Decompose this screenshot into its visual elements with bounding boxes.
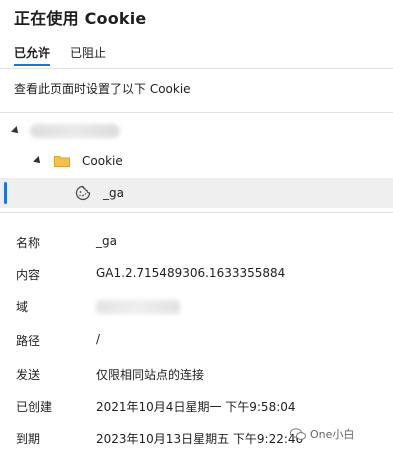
detail-key: 已创建: [16, 400, 53, 414]
folder-icon: [54, 156, 70, 167]
cookie-icon: [75, 185, 91, 201]
watermark: One小白: [290, 426, 354, 442]
tree-row-domain[interactable]: [0, 116, 393, 146]
tab-blocked[interactable]: 已阻止: [70, 44, 106, 66]
detail-row-send: 发送 仅限相同站点的连接: [0, 366, 393, 386]
tabs-divider: [0, 68, 393, 69]
tree-row-cookie-ga[interactable]: _ga: [0, 178, 393, 208]
detail-row-path: 路径 /: [0, 332, 393, 352]
detail-key: 到期: [16, 432, 41, 446]
detail-key: 名称: [16, 236, 41, 250]
details-divider: [0, 212, 393, 213]
wechat-icon: [290, 428, 306, 440]
expand-arrow-icon[interactable]: [11, 126, 21, 136]
tree-top-divider: [0, 112, 393, 113]
detail-row-domain: 域: [0, 298, 393, 318]
detail-value: 2023年10月13日星期五 下午9:22:46: [96, 432, 304, 446]
detail-key: 内容: [16, 268, 41, 282]
detail-key: 发送: [16, 368, 41, 382]
detail-value: 仅限相同站点的连接: [96, 368, 205, 382]
expand-arrow-icon[interactable]: [33, 156, 43, 166]
tab-bar: 已允许 已阻止: [14, 44, 126, 66]
watermark-text: One小白: [310, 428, 355, 441]
tab-allowed[interactable]: 已允许: [14, 44, 51, 66]
detail-value: _ga: [96, 234, 117, 248]
detail-row-name: 名称 _ga: [0, 234, 393, 254]
domain-value-redacted: [96, 300, 180, 314]
detail-row-created: 已创建 2021年10月4日星期一 下午9:58:04: [0, 398, 393, 418]
cookie-name-label: _ga: [103, 186, 124, 200]
detail-value: /: [96, 332, 101, 346]
dialog-title: 正在使用 Cookie: [14, 9, 147, 28]
description-text: 查看此页面时设置了以下 Cookie: [14, 82, 191, 96]
detail-value: GA1.2.715489306.1633355884: [96, 266, 286, 280]
detail-key: 路径: [16, 334, 41, 348]
detail-value: 2021年10月4日星期一 下午9:58:04: [96, 400, 296, 414]
selection-indicator: [4, 182, 7, 204]
folder-label: Cookie: [82, 154, 123, 168]
tree-row-cookie-folder[interactable]: Cookie: [0, 146, 393, 176]
detail-row-content: 内容 GA1.2.715489306.1633355884: [0, 266, 393, 286]
domain-name-redacted: [30, 124, 120, 138]
detail-key: 域: [16, 300, 29, 314]
